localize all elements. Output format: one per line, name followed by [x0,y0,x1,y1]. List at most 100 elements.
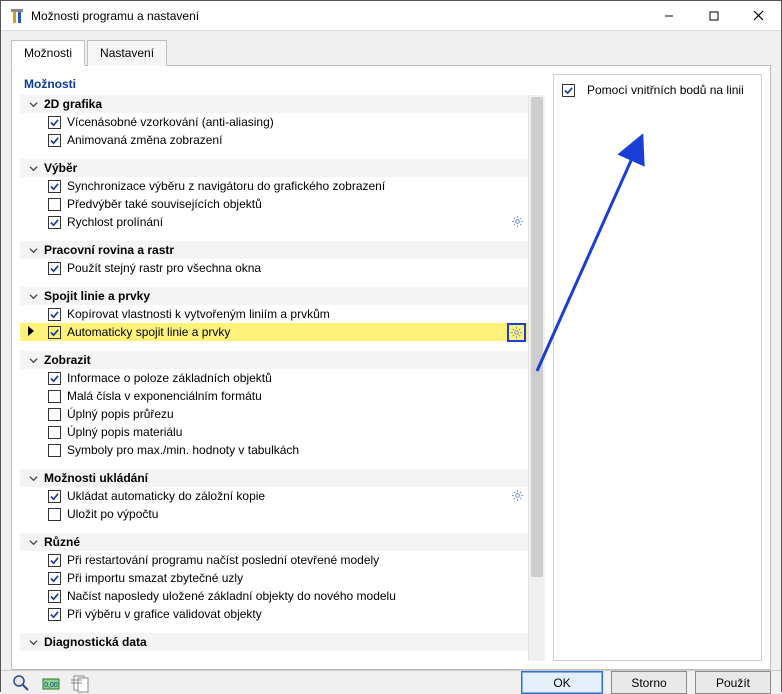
maximize-button[interactable] [691,1,736,31]
tab-settings[interactable]: Nastavení [87,40,167,66]
option-item[interactable]: Při importu smazat zbytečné uzly [20,569,528,587]
checkbox[interactable] [48,216,61,229]
options-tree-column: Možnosti 2D grafika Vícenásobné vzorková… [20,74,545,661]
option-item[interactable]: Synchronizace výběru z navigátoru do gra… [20,177,528,195]
option-item[interactable]: Načíst naposledy uložené základní objekt… [20,587,528,605]
option-item[interactable]: Při restartování programu načíst posledn… [20,551,528,569]
chevron-down-icon[interactable] [26,635,40,649]
option-label: Animovaná změna zobrazení [67,133,222,147]
option-item[interactable]: Uložit po výpočtu [20,505,528,523]
units-icon[interactable]: 0,00 [41,673,61,693]
vertical-scrollbar[interactable] [528,95,545,661]
checkbox[interactable] [48,408,61,421]
chevron-down-icon[interactable] [26,353,40,367]
search-icon[interactable] [11,673,31,693]
tabs: Možnosti Nastavení [11,39,771,65]
details-panel: Pomocí vnitřních bodů na linii [553,74,762,661]
group-title: Spojit linie a prvky [44,289,150,303]
checkbox[interactable] [48,508,61,521]
chevron-down-icon[interactable] [26,161,40,175]
group-workplane: Pracovní rovina a rastr Použít stejný ra… [20,241,528,277]
content-area: Možnosti Nastavení Možnosti 2D grafika V… [1,31,781,670]
ok-button[interactable]: OK [521,671,603,694]
group-header[interactable]: Zobrazit [20,351,528,369]
group-header[interactable]: Výběr [20,159,528,177]
checkbox[interactable] [48,426,61,439]
group-header[interactable]: Různé [20,533,528,551]
chevron-down-icon[interactable] [26,97,40,111]
group-header[interactable]: Možnosti ukládání [20,469,528,487]
group-header[interactable]: Pracovní rovina a rastr [20,241,528,259]
group-title: 2D grafika [44,97,102,111]
row-marker-icon [28,326,34,336]
bottom-tool-icons: 0,00 [11,673,91,693]
option-label: Použít stejný rastr pro všechna okna [67,261,261,275]
option-item-selected[interactable]: Automaticky spojit linie a prvky [20,323,528,341]
option-item[interactable]: Předvýběr také souvisejících objektů [20,195,528,213]
option-label: Uložit po výpočtu [67,507,158,521]
checkbox[interactable] [48,608,61,621]
apply-button[interactable]: Použít [695,671,771,694]
option-item[interactable]: Ukládat automaticky do záložní kopie [20,487,528,505]
group-title: Možnosti ukládání [44,471,148,485]
option-item[interactable]: Vícenásobné vzorkování (anti-aliasing) [20,113,528,131]
detail-option[interactable]: Pomocí vnitřních bodů na linii [562,81,753,99]
checkbox[interactable] [48,180,61,193]
option-label: Kopírovat vlastnosti k vytvořeným liniím… [67,307,330,321]
option-label: Synchronizace výběru z navigátoru do gra… [67,179,385,193]
scrollbar-thumb[interactable] [531,97,543,577]
checkbox[interactable] [48,490,61,503]
checkbox[interactable] [48,308,61,321]
checkbox[interactable] [48,590,61,603]
checkbox[interactable] [48,390,61,403]
option-label: Při výběru v grafice validovat objekty [67,607,262,621]
option-item[interactable]: Při výběru v grafice validovat objekty [20,605,528,623]
option-item[interactable]: Animovaná změna zobrazení [20,131,528,149]
group-save-options: Možnosti ukládání Ukládat automaticky do… [20,469,528,523]
checkbox[interactable] [48,326,61,339]
checkbox[interactable] [48,444,61,457]
cancel-button[interactable]: Storno [611,671,687,694]
checkbox[interactable] [48,198,61,211]
group-connect-lines: Spojit linie a prvky Kopírovat vlastnost… [20,287,528,341]
checkbox[interactable] [48,134,61,147]
chevron-down-icon[interactable] [26,289,40,303]
checkbox[interactable] [48,262,61,275]
gear-icon[interactable] [511,489,524,505]
option-item[interactable]: Úplný popis průřezu [20,405,528,423]
options-tree[interactable]: 2D grafika Vícenásobné vzorkování (anti-… [20,95,528,661]
close-button[interactable] [736,1,781,31]
reset-icon[interactable] [71,673,91,693]
option-label: Úplný popis materiálu [67,425,182,439]
group-header[interactable]: 2D grafika [20,95,528,113]
checkbox[interactable] [562,84,575,97]
gear-icon[interactable] [511,215,524,231]
group-title: Diagnostická data [44,635,147,649]
chevron-down-icon[interactable] [26,535,40,549]
tab-options[interactable]: Možnosti [11,40,85,66]
option-item[interactable]: Použít stejný rastr pro všechna okna [20,259,528,277]
dialog-window: Možnosti programu a nastavení Možnosti N… [0,0,782,692]
group-selection: Výběr Synchronizace výběru z navigátoru … [20,159,528,231]
checkbox[interactable] [48,116,61,129]
group-header[interactable]: Spojit linie a prvky [20,287,528,305]
checkbox[interactable] [48,554,61,567]
chevron-down-icon[interactable] [26,243,40,257]
checkbox[interactable] [48,372,61,385]
option-item[interactable]: Kopírovat vlastnosti k vytvořeným liniím… [20,305,528,323]
option-item[interactable]: Symboly pro max./min. hodnoty v tabulkác… [20,441,528,459]
gear-icon-highlighted[interactable] [507,323,526,342]
option-item[interactable]: Rychlost prolínání [20,213,528,231]
group-diagnostic: Diagnostická data [20,633,528,651]
checkbox[interactable] [48,572,61,585]
option-item[interactable]: Úplný popis materiálu [20,423,528,441]
group-title: Pracovní rovina a rastr [44,243,174,257]
option-label: Ukládat automaticky do záložní kopie [67,489,265,503]
group-header[interactable]: Diagnostická data [20,633,528,651]
option-item[interactable]: Malá čísla v exponenciálním formátu [20,387,528,405]
group-display: Zobrazit Informace o poloze základních o… [20,351,528,459]
minimize-button[interactable] [646,1,691,31]
option-label: Při restartování programu načíst posledn… [67,553,379,567]
chevron-down-icon[interactable] [26,471,40,485]
option-item[interactable]: Informace o poloze základních objektů [20,369,528,387]
